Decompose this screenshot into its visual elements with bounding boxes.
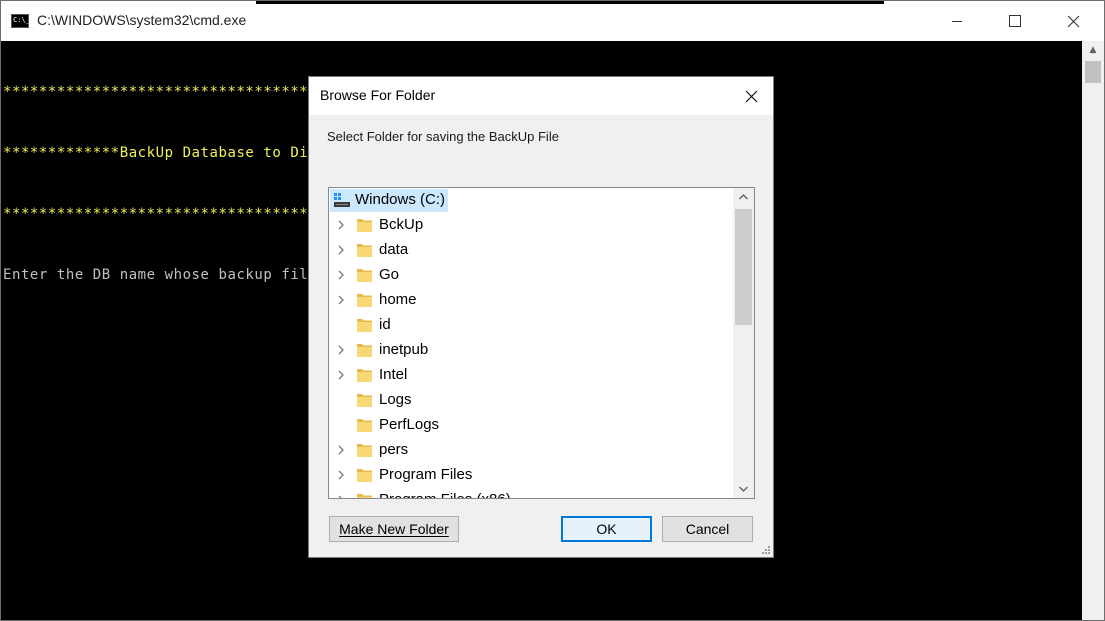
tree-item-label: home (379, 291, 417, 308)
cmd-icon[interactable]: C:\_ (11, 14, 30, 28)
tree-item[interactable]: Go (329, 263, 732, 288)
dialog-title: Browse For Folder (320, 87, 436, 103)
tree-item[interactable]: PerfLogs (329, 413, 732, 438)
folder-icon (357, 419, 372, 432)
chevron-right-icon[interactable] (335, 269, 347, 281)
tree-item[interactable]: id (329, 313, 732, 338)
tree-item-label: inetpub (379, 341, 429, 358)
console-scrollbar[interactable]: ▲ (1082, 41, 1104, 620)
cmd-icon-text: C:\_ (13, 16, 30, 24)
scroll-thumb[interactable] (1085, 61, 1101, 83)
dialog-titlebar[interactable]: Browse For Folder (309, 77, 773, 115)
tree-item[interactable]: BckUp (329, 213, 732, 238)
folder-icon (357, 394, 372, 407)
chevron-right-icon[interactable] (335, 494, 347, 499)
tree-item-label: pers (379, 441, 409, 458)
tree-item-label: Program Files (x86) (379, 491, 511, 498)
folder-icon (357, 494, 372, 498)
window-title: C:\WINDOWS\system32\cmd.exe (37, 12, 247, 28)
dialog-instruction: Select Folder for saving the BackUp File (327, 129, 559, 144)
tree-item-label: Logs (379, 391, 412, 408)
ok-button[interactable]: OK (561, 516, 652, 542)
make-new-folder-button[interactable]: Make New Folder (329, 516, 459, 542)
tree-item[interactable]: inetpub (329, 338, 732, 363)
folder-icon (357, 294, 372, 307)
folder-icon (357, 244, 372, 257)
chevron-right-icon[interactable] (335, 469, 347, 481)
resize-grip-icon[interactable] (759, 543, 771, 555)
tree-item[interactable]: Logs (329, 388, 732, 413)
tree-item[interactable]: home (329, 288, 732, 313)
chevron-right-icon[interactable] (335, 219, 347, 231)
tree-item[interactable]: data (329, 238, 732, 263)
chevron-down-icon (739, 486, 748, 492)
titlebar-accent (256, 1, 884, 4)
scroll-up-button[interactable] (733, 188, 754, 206)
minimize-icon (952, 20, 962, 22)
ok-label: OK (596, 521, 617, 537)
tree-scrollbar[interactable] (733, 188, 754, 498)
close-button[interactable] (1044, 1, 1102, 41)
tree-item-label: PerfLogs (379, 416, 440, 433)
tree-item[interactable]: Program Files (329, 463, 732, 488)
chevron-right-icon[interactable] (335, 244, 347, 256)
maximize-button[interactable] (986, 1, 1044, 41)
chevron-right-icon[interactable] (335, 369, 347, 381)
tree-item[interactable]: pers (329, 438, 732, 463)
folder-icon (357, 444, 372, 457)
folder-tree[interactable]: Windows (C:) BckUp data Go home id inetpub Int… (328, 187, 755, 499)
minimize-button[interactable] (928, 1, 986, 41)
tree-item-label: data (379, 241, 409, 258)
tree-item[interactable]: Intel (329, 363, 732, 388)
maximize-icon (1009, 15, 1021, 27)
tree-root-drive[interactable]: Windows (C:) (355, 191, 445, 208)
chevron-right-icon[interactable] (335, 444, 347, 456)
scroll-down-button[interactable] (733, 480, 754, 498)
tree-item-label: id (379, 316, 391, 333)
tree-item-label: Intel (379, 366, 408, 383)
folder-icon (357, 269, 372, 282)
close-icon (1067, 15, 1079, 27)
scroll-thumb[interactable] (735, 209, 752, 325)
folder-icon (357, 344, 372, 357)
scroll-up-icon[interactable]: ▲ (1082, 41, 1104, 59)
folder-icon (357, 319, 372, 332)
folder-icon (357, 369, 372, 382)
tree-item-label: Go (379, 266, 400, 283)
chevron-right-icon[interactable] (335, 344, 347, 356)
cancel-button[interactable]: Cancel (662, 516, 753, 542)
make-new-folder-label: Make New Folder (339, 521, 449, 537)
cancel-label: Cancel (685, 521, 730, 537)
tree-item-label: Program Files (379, 466, 473, 483)
folder-icon (357, 469, 372, 482)
browse-folder-dialog: Browse For Folder Select Folder for savi… (308, 76, 774, 558)
drive-icon (334, 193, 350, 207)
cmd-titlebar[interactable]: C:\_ C:\WINDOWS\system32\cmd.exe (1, 1, 1104, 41)
chevron-up-icon (739, 194, 748, 200)
folder-icon (357, 219, 372, 232)
tree-item[interactable]: Program Files (x86) (329, 488, 732, 499)
chevron-right-icon[interactable] (335, 294, 347, 306)
close-icon (745, 90, 757, 102)
dialog-close-button[interactable] (729, 77, 773, 115)
tree-item-label: BckUp (379, 216, 424, 233)
